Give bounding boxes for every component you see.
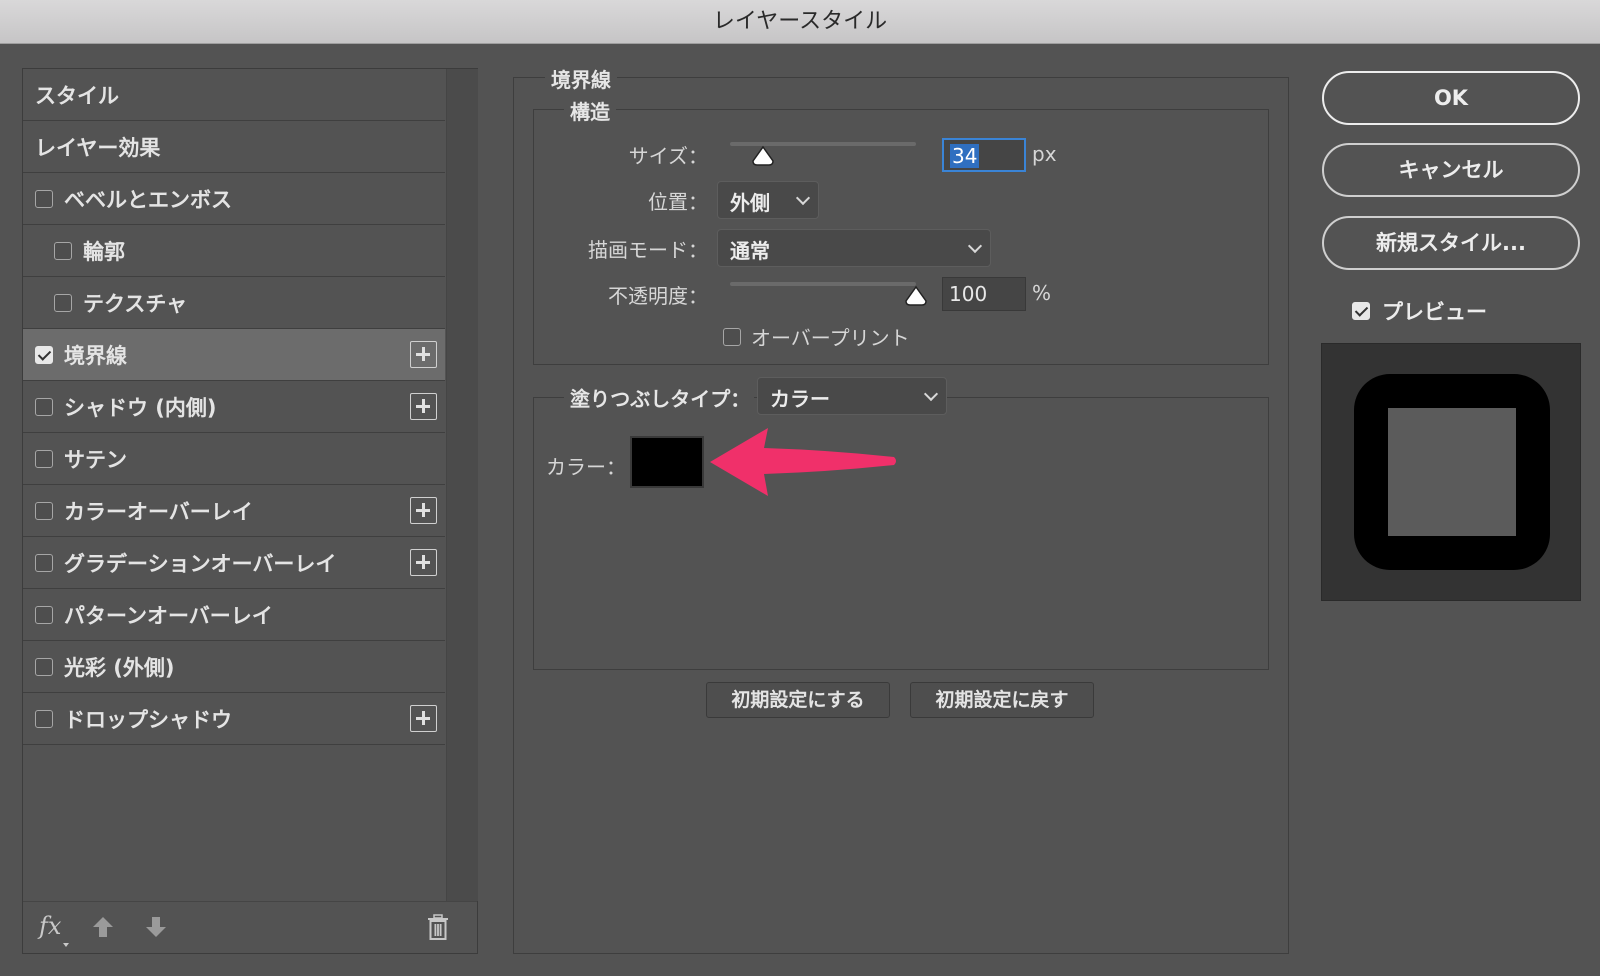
fill-type-label: 塗りつぶしタイプ： bbox=[564, 383, 755, 412]
opacity-input[interactable]: 100 bbox=[942, 277, 1026, 311]
blend-mode-dropdown[interactable]: 通常 bbox=[717, 229, 991, 267]
style-list-item[interactable]: パターンオーバーレイ bbox=[23, 589, 445, 641]
add-effect-icon[interactable] bbox=[410, 705, 437, 732]
arrow-down-icon[interactable] bbox=[145, 915, 167, 939]
style-list-item[interactable]: スタイル bbox=[23, 69, 445, 121]
style-list-item[interactable]: ドロップシャドウ bbox=[23, 693, 445, 745]
style-item-label: パターンオーバーレイ bbox=[64, 603, 273, 628]
opacity-unit: % bbox=[1032, 281, 1052, 305]
position-label: 位置： bbox=[648, 190, 708, 214]
size-label: サイズ： bbox=[628, 144, 708, 168]
style-list-scrollbar[interactable] bbox=[446, 69, 478, 901]
add-effect-icon[interactable] bbox=[410, 497, 437, 524]
annotation-arrow bbox=[710, 428, 896, 496]
style-list-item[interactable]: シャドウ (内側) bbox=[23, 381, 445, 433]
overprint-checkbox[interactable]: オーバープリント bbox=[723, 322, 910, 351]
style-item-label: 輪郭 bbox=[83, 239, 125, 264]
preview-fill bbox=[1388, 408, 1516, 536]
style-item-label: カラーオーバーレイ bbox=[64, 499, 253, 524]
preview-checkbox[interactable]: プレビュー bbox=[1352, 296, 1487, 326]
style-list-item[interactable]: サテン bbox=[23, 433, 445, 485]
cancel-button[interactable]: キャンセル bbox=[1322, 143, 1580, 197]
chevron-down-icon bbox=[967, 238, 983, 254]
style-list-footer: fx bbox=[23, 901, 477, 953]
color-swatch[interactable] bbox=[630, 436, 704, 488]
position-dropdown[interactable]: 外側 bbox=[717, 181, 819, 219]
blend-mode-label: 描画モード： bbox=[588, 238, 708, 262]
restore-default-button[interactable]: 初期設定に戻す bbox=[910, 682, 1094, 718]
style-checkbox[interactable] bbox=[35, 553, 53, 572]
style-item-label: ベベルとエンボス bbox=[64, 187, 232, 212]
arrow-up-icon[interactable] bbox=[92, 915, 114, 939]
preview-label: プレビュー bbox=[1382, 300, 1487, 324]
style-list-item[interactable]: テクスチャ bbox=[23, 277, 445, 329]
add-effect-icon[interactable] bbox=[410, 549, 437, 576]
add-effect-icon[interactable] bbox=[410, 393, 437, 420]
style-list-item[interactable]: 輪郭 bbox=[23, 225, 445, 277]
style-list-item[interactable]: 境界線 bbox=[23, 329, 445, 381]
style-checkbox[interactable] bbox=[35, 449, 53, 468]
overprint-check-box[interactable] bbox=[723, 327, 741, 346]
style-list-item[interactable]: グラデーションオーバーレイ bbox=[23, 537, 445, 589]
style-checkbox[interactable] bbox=[35, 501, 53, 520]
chevron-down-icon bbox=[923, 386, 939, 402]
overprint-label: オーバープリント bbox=[751, 326, 910, 350]
fill-type-dropdown[interactable]: カラー bbox=[757, 377, 947, 415]
style-item-label: 境界線 bbox=[64, 343, 127, 368]
style-item-label: ドロップシャドウ bbox=[64, 707, 232, 732]
preview-thumbnail bbox=[1321, 343, 1581, 601]
size-input[interactable]: 34 bbox=[942, 138, 1026, 172]
new-style-button[interactable]: 新規スタイル... bbox=[1322, 216, 1580, 270]
style-item-label: グラデーションオーバーレイ bbox=[64, 551, 337, 576]
opacity-label: 不透明度： bbox=[608, 284, 708, 308]
style-list-item[interactable]: カラーオーバーレイ bbox=[23, 485, 445, 537]
ok-button[interactable]: OK bbox=[1322, 71, 1580, 125]
preview-check-box[interactable] bbox=[1352, 302, 1370, 320]
chevron-down-icon bbox=[795, 190, 811, 206]
preview-stroke-shape bbox=[1354, 374, 1550, 570]
style-item-label: シャドウ (内側) bbox=[64, 395, 217, 420]
blend-mode-value: 通常 bbox=[730, 239, 770, 263]
position-value: 外側 bbox=[730, 191, 770, 215]
style-item-label: サテン bbox=[64, 447, 127, 472]
style-checkbox[interactable] bbox=[35, 397, 53, 416]
style-checkbox[interactable] bbox=[54, 293, 72, 312]
style-checkbox[interactable] bbox=[35, 345, 53, 364]
style-checkbox[interactable] bbox=[35, 657, 53, 676]
style-item-label: テクスチャ bbox=[83, 291, 188, 316]
style-checkbox[interactable] bbox=[35, 189, 53, 208]
structure-title: 構造 bbox=[564, 96, 616, 125]
opacity-slider[interactable] bbox=[730, 282, 916, 286]
style-checkbox[interactable] bbox=[35, 605, 53, 624]
style-list-item[interactable]: 光彩 (外側) bbox=[23, 641, 445, 693]
style-checkbox[interactable] bbox=[54, 241, 72, 260]
size-slider-thumb[interactable] bbox=[751, 145, 775, 167]
style-item-label: スタイル bbox=[35, 83, 119, 108]
fx-icon[interactable]: fx bbox=[39, 912, 70, 947]
fill-type-value: カラー bbox=[770, 387, 830, 411]
size-value: 34 bbox=[950, 144, 980, 168]
opacity-value: 100 bbox=[949, 282, 988, 306]
style-checkbox[interactable] bbox=[35, 709, 53, 728]
style-list-item[interactable]: ベベルとエンボス bbox=[23, 173, 445, 225]
stroke-section-title: 境界線 bbox=[545, 64, 617, 93]
opacity-slider-thumb[interactable] bbox=[904, 285, 928, 307]
style-item-label: 光彩 (外側) bbox=[64, 655, 175, 680]
reset-default-button[interactable]: 初期設定にする bbox=[706, 682, 890, 718]
style-list-panel: スタイルレイヤー効果ベベルとエンボス輪郭テクスチャ境界線シャドウ (内側) サテン… bbox=[22, 68, 478, 954]
style-item-label: レイヤー効果 bbox=[35, 135, 161, 160]
window-title: レイヤースタイル bbox=[0, 0, 1600, 44]
color-label: カラー： bbox=[546, 455, 626, 479]
trash-icon[interactable] bbox=[427, 914, 449, 940]
size-unit: px bbox=[1032, 142, 1057, 166]
add-effect-icon[interactable] bbox=[410, 341, 437, 368]
style-list: スタイルレイヤー効果ベベルとエンボス輪郭テクスチャ境界線シャドウ (内側) サテン… bbox=[23, 69, 445, 745]
style-list-item[interactable]: レイヤー効果 bbox=[23, 121, 445, 173]
